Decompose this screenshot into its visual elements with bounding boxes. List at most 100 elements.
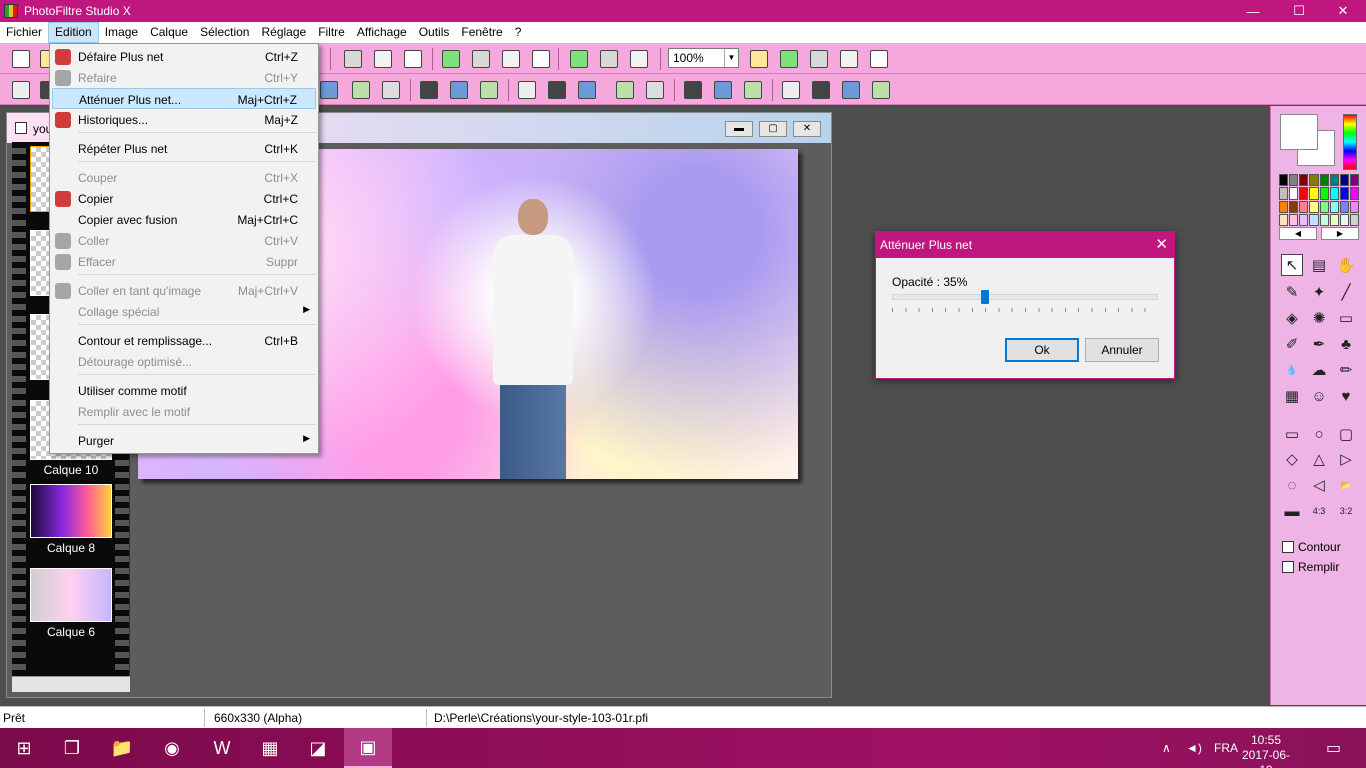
menu-7[interactable]: Affichage bbox=[351, 22, 413, 43]
toolbar-tool-icon[interactable] bbox=[870, 50, 888, 68]
folder-icon[interactable]: 📂 bbox=[1335, 474, 1357, 496]
ok-button[interactable]: Ok bbox=[1005, 338, 1079, 362]
menu-2[interactable]: Image bbox=[99, 22, 144, 43]
palette-swatch[interactable] bbox=[1349, 174, 1359, 187]
portrait-icon[interactable]: ☺ bbox=[1308, 385, 1330, 407]
photofiltre-taskbar-icon[interactable]: ▣ bbox=[344, 728, 392, 768]
palette-swatch[interactable] bbox=[1319, 200, 1329, 213]
line-icon[interactable]: ╱ bbox=[1335, 281, 1357, 303]
dialog-close-icon[interactable]: ✕ bbox=[1155, 235, 1168, 253]
close-button[interactable]: ✕ bbox=[1320, 0, 1366, 22]
pipette-icon[interactable]: ✏ bbox=[1335, 359, 1357, 381]
edit-menu-item[interactable]: Remplir avec le motif bbox=[52, 401, 316, 422]
play-shape-icon[interactable]: ▷ bbox=[1335, 448, 1357, 470]
foreground-color-swatch[interactable] bbox=[1280, 114, 1318, 150]
toolbar-tool-icon[interactable] bbox=[812, 81, 830, 99]
palette-swatch[interactable] bbox=[1319, 213, 1329, 226]
minimize-button[interactable]: — bbox=[1230, 0, 1276, 22]
menu-0[interactable]: Fichier bbox=[0, 22, 48, 43]
menu-9[interactable]: Fenêtre bbox=[455, 22, 508, 43]
ratio-32-icon[interactable]: 3:2 bbox=[1335, 500, 1357, 522]
doc-minimize-button[interactable]: ▬ bbox=[725, 121, 753, 137]
edit-menu-item[interactable]: Couper Ctrl+X bbox=[52, 167, 316, 188]
toolbar-tool-icon[interactable] bbox=[872, 81, 890, 99]
menu-5[interactable]: Réglage bbox=[255, 22, 312, 43]
magic-wand-icon[interactable]: ✦ bbox=[1308, 281, 1330, 303]
doc-restore-button[interactable]: ▢ bbox=[759, 121, 787, 137]
text-select-icon[interactable]: ▤ bbox=[1308, 254, 1330, 276]
palette-swatch[interactable] bbox=[1329, 187, 1339, 200]
chevron-down-icon[interactable]: ▼ bbox=[724, 49, 738, 67]
layer-item[interactable]: Calque 8 bbox=[30, 484, 112, 555]
toolbar-tool-icon[interactable] bbox=[344, 50, 362, 68]
drop-icon[interactable]: 💧 bbox=[1281, 359, 1303, 381]
palette-swatch[interactable] bbox=[1339, 213, 1349, 226]
palette-swatch[interactable] bbox=[1289, 174, 1299, 187]
palette-swatch[interactable] bbox=[1329, 200, 1339, 213]
toolbar-tool-icon[interactable] bbox=[420, 81, 438, 99]
palette-swatch[interactable] bbox=[1349, 200, 1359, 213]
palette-swatch[interactable] bbox=[1349, 187, 1359, 200]
palette-swatch[interactable] bbox=[1339, 187, 1349, 200]
zoom-select[interactable]: 100% ▼ bbox=[668, 48, 739, 68]
eraser-icon[interactable]: ▭ bbox=[1335, 307, 1357, 329]
toolbar-tool-icon[interactable] bbox=[750, 50, 768, 68]
palette-swatch[interactable] bbox=[1319, 174, 1329, 187]
fill-checkbox[interactable]: Remplir bbox=[1282, 560, 1362, 574]
opacity-slider-track[interactable] bbox=[892, 294, 1158, 300]
toolbar-tool-icon[interactable] bbox=[782, 81, 800, 99]
toolbar-tool-icon[interactable] bbox=[810, 50, 828, 68]
toolbar-tool-icon[interactable] bbox=[646, 81, 664, 99]
toolbar-tool-icon[interactable] bbox=[840, 50, 858, 68]
toolbar-tool-icon[interactable] bbox=[12, 81, 30, 99]
menu-1[interactable]: Edition bbox=[48, 22, 99, 43]
menu-6[interactable]: Filtre bbox=[312, 22, 351, 43]
hand-icon[interactable]: ✋ bbox=[1335, 254, 1357, 276]
toolbar-tool-icon[interactable] bbox=[442, 50, 460, 68]
edit-menu-item[interactable]: Purger ▶ bbox=[52, 430, 316, 451]
palette-swatch[interactable] bbox=[1339, 174, 1349, 187]
palette-swatch[interactable] bbox=[1339, 200, 1349, 213]
toolbar-tool-icon[interactable] bbox=[600, 50, 618, 68]
triangle-icon[interactable]: △ bbox=[1308, 448, 1330, 470]
edit-menu-item[interactable]: Copier Ctrl+C bbox=[52, 188, 316, 209]
toolbar-tool-icon[interactable] bbox=[714, 81, 732, 99]
palette-swatch[interactable] bbox=[1319, 187, 1329, 200]
palette-swatch[interactable] bbox=[1279, 200, 1289, 213]
contour-checkbox[interactable]: Contour bbox=[1282, 540, 1362, 554]
palette-swatch[interactable] bbox=[1309, 174, 1319, 187]
palette-swatch[interactable] bbox=[1299, 187, 1309, 200]
file-explorer-icon[interactable]: 📁 bbox=[98, 728, 146, 768]
edit-menu-item[interactable]: Répéter Plus net Ctrl+K bbox=[52, 138, 316, 159]
spray-icon[interactable]: ✺ bbox=[1308, 307, 1330, 329]
palette-swatch[interactable] bbox=[1279, 187, 1289, 200]
rounded-rect-icon[interactable]: ▢ bbox=[1335, 423, 1357, 445]
palette-swatch[interactable] bbox=[1289, 187, 1299, 200]
palette-swatch[interactable] bbox=[1329, 213, 1339, 226]
toolbar-tool-icon[interactable] bbox=[480, 81, 498, 99]
ellipse-icon[interactable]: ○ bbox=[1308, 423, 1330, 445]
palette-swatch[interactable] bbox=[1309, 187, 1319, 200]
edit-menu-item[interactable]: Atténuer Plus net... Maj+Ctrl+Z bbox=[52, 88, 316, 109]
word-icon[interactable]: W bbox=[198, 728, 246, 768]
palette-swatch[interactable] bbox=[1279, 213, 1289, 226]
palette-swatch[interactable] bbox=[1289, 213, 1299, 226]
palette-next-button[interactable]: ▶ bbox=[1321, 227, 1359, 240]
toolbar-tool-icon[interactable] bbox=[630, 50, 648, 68]
edit-menu-item[interactable]: Coller en tant qu'image Maj+Ctrl+V bbox=[52, 280, 316, 301]
toolbar-tool-icon[interactable] bbox=[374, 50, 392, 68]
task-view-icon[interactable]: ❐ bbox=[48, 728, 96, 768]
edit-menu-item[interactable]: Contour et remplissage... Ctrl+B bbox=[52, 330, 316, 351]
stamp-icon[interactable]: ♣ bbox=[1335, 333, 1357, 355]
edit-menu-item[interactable]: Refaire Ctrl+Y bbox=[52, 67, 316, 88]
select-all-icon[interactable]: ▬ bbox=[1281, 500, 1303, 522]
layer-item[interactable]: Calque 6 bbox=[30, 568, 112, 639]
strawberry-icon[interactable]: ♥ bbox=[1335, 385, 1357, 407]
palette-swatch[interactable] bbox=[1299, 213, 1309, 226]
grid-icon[interactable]: ▦ bbox=[1281, 385, 1303, 407]
toolbar-tool-icon[interactable] bbox=[744, 81, 762, 99]
palette-swatch[interactable] bbox=[1309, 213, 1319, 226]
palette-swatch[interactable] bbox=[1309, 200, 1319, 213]
toolbar-tool-icon[interactable] bbox=[352, 81, 370, 99]
cancel-button[interactable]: Annuler bbox=[1085, 338, 1159, 362]
